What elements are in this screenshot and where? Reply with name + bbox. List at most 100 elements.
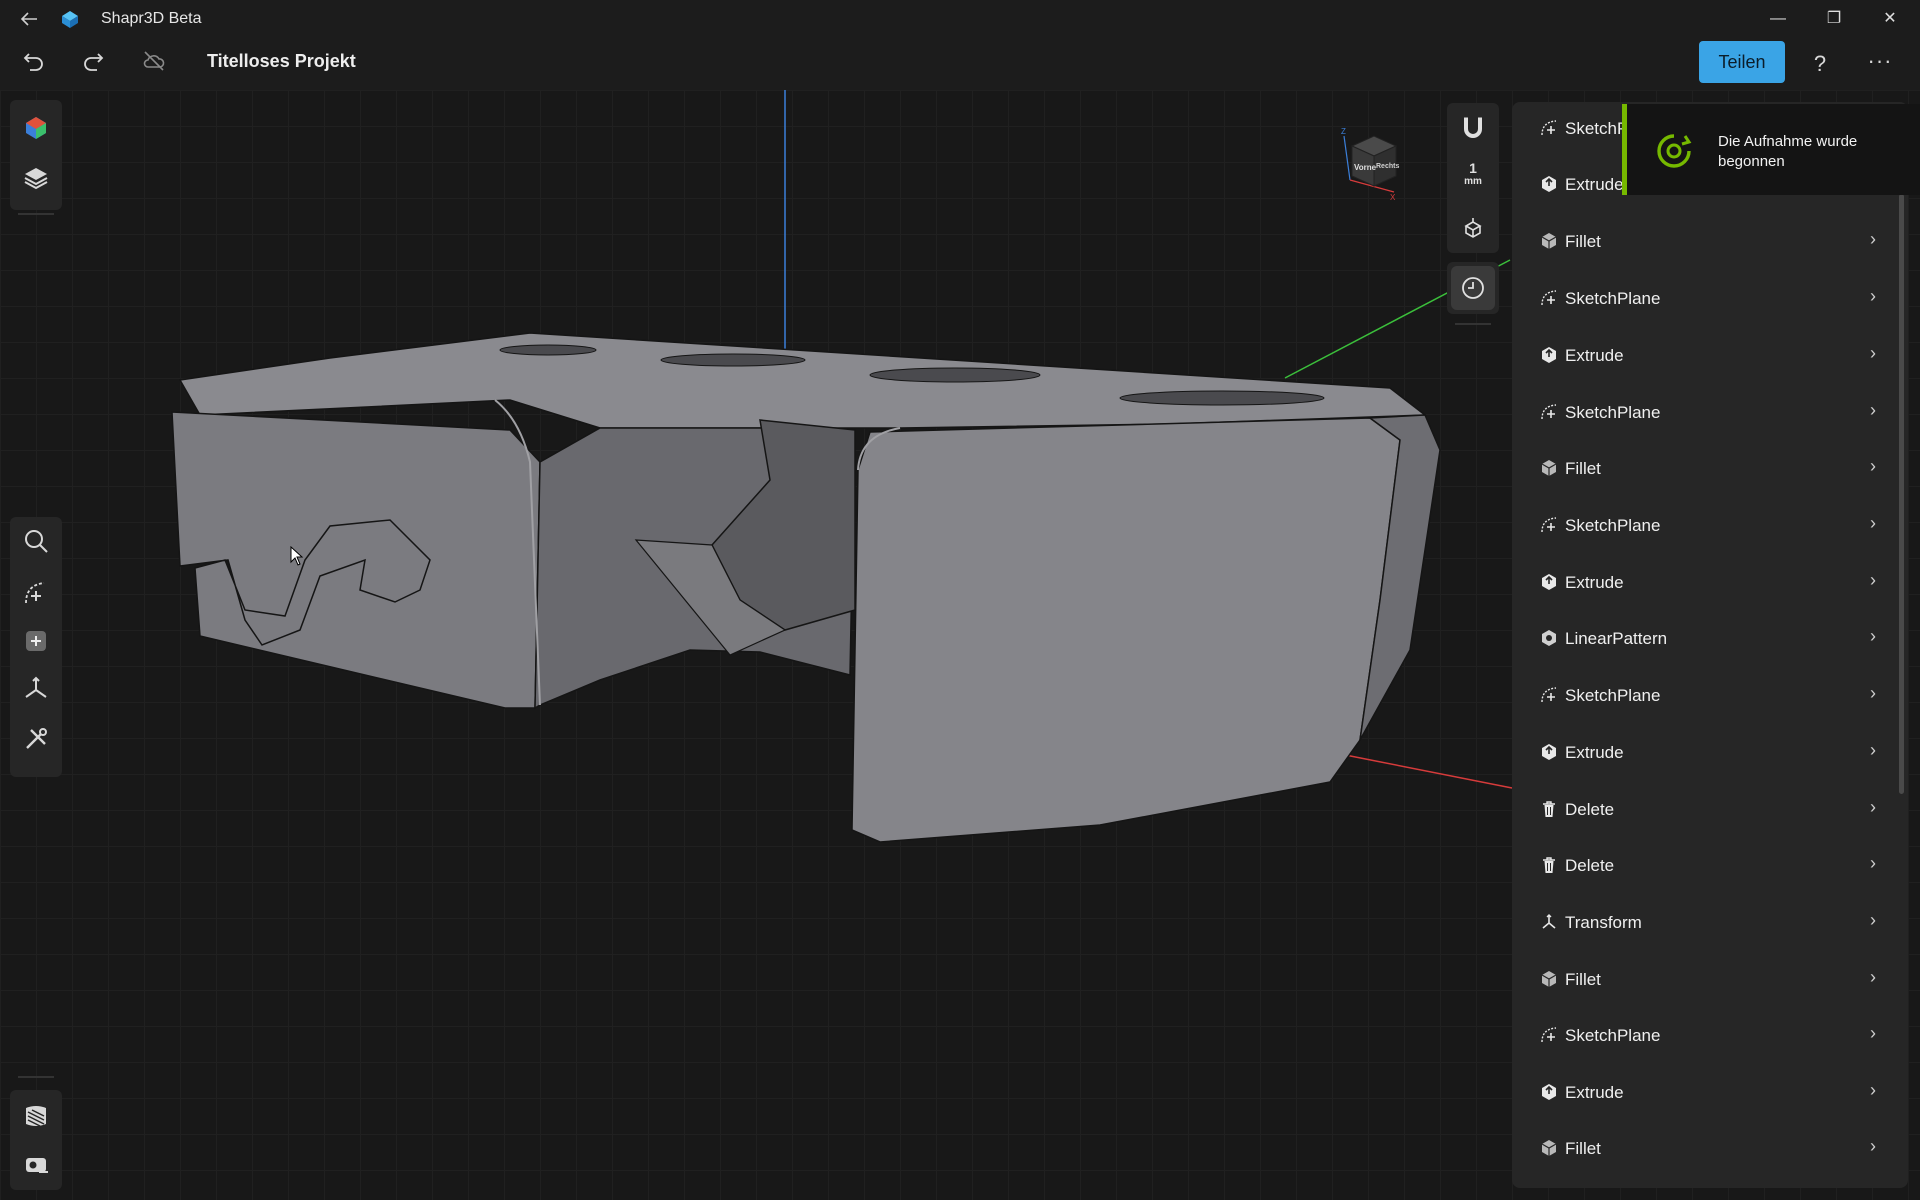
sketch-icon[interactable] — [14, 571, 58, 615]
minimize-button[interactable]: — — [1750, 0, 1806, 38]
chevron-right-icon[interactable]: › — [1870, 740, 1876, 761]
timeline-item-label: LinearPattern — [1565, 629, 1668, 648]
tools-icon[interactable] — [14, 717, 58, 761]
face-front-label: Vorne — [1354, 163, 1377, 172]
more-options-button[interactable]: ··· — [1862, 46, 1898, 82]
help-button[interactable]: ? — [1802, 46, 1838, 82]
timeline-item-label: Fillet — [1565, 232, 1601, 251]
appearance-icon[interactable] — [14, 106, 58, 150]
share-button[interactable]: Teilen — [1699, 41, 1785, 83]
timeline-panel: SketchPlane›Extrude›Fillet›SketchPlane›E… — [1512, 102, 1908, 1188]
maximize-button[interactable]: ❐ — [1806, 0, 1862, 38]
view-controls-divider — [1455, 323, 1491, 325]
toast-message: Die Aufnahme wurde begonnen — [1718, 133, 1858, 170]
transform-icon — [1540, 913, 1558, 931]
extrude-icon — [1540, 743, 1558, 761]
view-cube[interactable]: Z X Vorne Rechts — [1338, 122, 1402, 204]
chevron-right-icon[interactable]: › — [1870, 1023, 1876, 1044]
redo-icon[interactable] — [78, 48, 108, 78]
axis-x-label: X — [1390, 193, 1396, 202]
timeline-item-extrude[interactable]: Extrude › — [1512, 329, 1908, 383]
timeline-item-extrude[interactable]: Extrude › — [1512, 1066, 1908, 1120]
timeline-item-label: Extrude — [1565, 346, 1624, 365]
top-toolbar: Titelloses Projekt Teilen ? ··· — [0, 38, 1920, 90]
chevron-right-icon[interactable]: › — [1870, 626, 1876, 647]
chevron-right-icon[interactable]: › — [1870, 570, 1876, 591]
timeline-item-extrude[interactable]: Extrude › — [1512, 556, 1908, 610]
close-button[interactable]: ✕ — [1862, 0, 1918, 38]
chevron-right-icon[interactable]: › — [1870, 343, 1876, 364]
sketchplane-icon — [1540, 686, 1558, 704]
material-icon[interactable] — [14, 1094, 58, 1138]
timeline-item-label: Fillet — [1565, 1139, 1601, 1158]
timeline-item-sketchplane[interactable]: SketchPlane › — [1512, 499, 1908, 553]
timeline-item-delete[interactable]: Delete › — [1512, 839, 1908, 893]
fillet-icon — [1540, 1139, 1558, 1157]
timeline-item-linearpattern[interactable]: LinearPattern › — [1512, 612, 1908, 666]
transform-icon[interactable] — [14, 667, 58, 711]
chevron-right-icon[interactable]: › — [1870, 853, 1876, 874]
chevron-right-icon[interactable]: › — [1870, 400, 1876, 421]
history-control — [1447, 262, 1499, 314]
layers-icon[interactable] — [14, 156, 58, 200]
left-toolbar-top — [10, 100, 62, 210]
left-face — [171, 411, 541, 709]
chevron-right-icon[interactable]: › — [1870, 1136, 1876, 1157]
left-toolbar-tools — [10, 517, 62, 777]
timeline-item-label: Extrude — [1565, 743, 1624, 762]
timeline-item-transform[interactable]: Transform › — [1512, 896, 1908, 950]
grid-unit-indicator[interactable]: 1 mm — [1451, 161, 1495, 197]
chevron-right-icon[interactable]: › — [1870, 286, 1876, 307]
slot-4 — [1119, 390, 1325, 406]
chevron-right-icon[interactable]: › — [1870, 1080, 1876, 1101]
timeline-item-sketchplane[interactable]: SketchPlane › — [1512, 1009, 1908, 1063]
mouse-cursor-icon — [290, 546, 304, 566]
left-toolbar-bottom — [10, 1090, 62, 1190]
chevron-right-icon[interactable]: › — [1870, 797, 1876, 818]
measure-icon[interactable] — [14, 1142, 58, 1186]
magnet-icon[interactable] — [1451, 111, 1495, 147]
project-title[interactable]: Titelloses Projekt — [207, 51, 356, 72]
timeline-item-sketchplane[interactable]: SketchPlane › — [1512, 386, 1908, 440]
face-right-label: Rechts — [1376, 163, 1399, 170]
cloud-off-icon[interactable] — [139, 48, 169, 78]
sketchplane-icon — [1540, 516, 1558, 534]
chevron-right-icon[interactable]: › — [1870, 456, 1876, 477]
front-face — [851, 417, 1401, 843]
sketchplane-icon — [1540, 403, 1558, 421]
timeline-scrollbar[interactable] — [1899, 194, 1904, 794]
back-arrow-icon[interactable] — [18, 8, 40, 30]
top-face — [178, 332, 1428, 429]
timeline-item-sketchplane[interactable]: SketchPlane › — [1512, 669, 1908, 723]
timeline-item-fillet[interactable]: Fillet › — [1512, 1122, 1908, 1176]
timeline-item-fillet[interactable]: Fillet › — [1512, 442, 1908, 496]
timeline-item-extrude[interactable]: Extrude › — [1512, 726, 1908, 780]
left-toolbar-divider-bottom — [18, 1076, 54, 1078]
chevron-right-icon[interactable]: › — [1870, 910, 1876, 931]
add-body-icon[interactable] — [14, 619, 58, 663]
linearpattern-icon — [1540, 629, 1558, 647]
chevron-right-icon[interactable]: › — [1870, 683, 1876, 704]
timeline-item-label: Extrude — [1565, 1083, 1624, 1102]
history-icon[interactable] — [1451, 266, 1495, 310]
timeline-item-fillet[interactable]: Fillet › — [1512, 215, 1908, 269]
timeline-item-sketchplane[interactable]: SketchPlane › — [1512, 272, 1908, 326]
app-logo-icon — [60, 9, 80, 29]
unit-label: mm — [1464, 176, 1482, 187]
view-cube-icon[interactable] — [1451, 211, 1495, 247]
undo-icon[interactable] — [19, 48, 49, 78]
sketchplane-icon — [1540, 1026, 1558, 1044]
chevron-right-icon[interactable]: › — [1870, 513, 1876, 534]
timeline-item-label: SketchPlane — [1565, 516, 1661, 535]
timeline-item-fillet[interactable]: Fillet › — [1512, 953, 1908, 1007]
search-icon[interactable] — [14, 519, 58, 563]
chevron-right-icon[interactable]: › — [1870, 229, 1876, 250]
extrude-icon — [1540, 1083, 1558, 1101]
timeline-item-label: Transform — [1565, 913, 1642, 932]
sketchplane-icon — [1540, 119, 1558, 137]
timeline-item-delete[interactable]: Delete › — [1512, 783, 1908, 837]
timeline-item-label: Delete — [1565, 800, 1615, 819]
chevron-right-icon[interactable]: › — [1870, 967, 1876, 988]
timeline-item-label: Extrude — [1565, 573, 1624, 592]
timeline-item-label: Delete — [1565, 856, 1615, 875]
